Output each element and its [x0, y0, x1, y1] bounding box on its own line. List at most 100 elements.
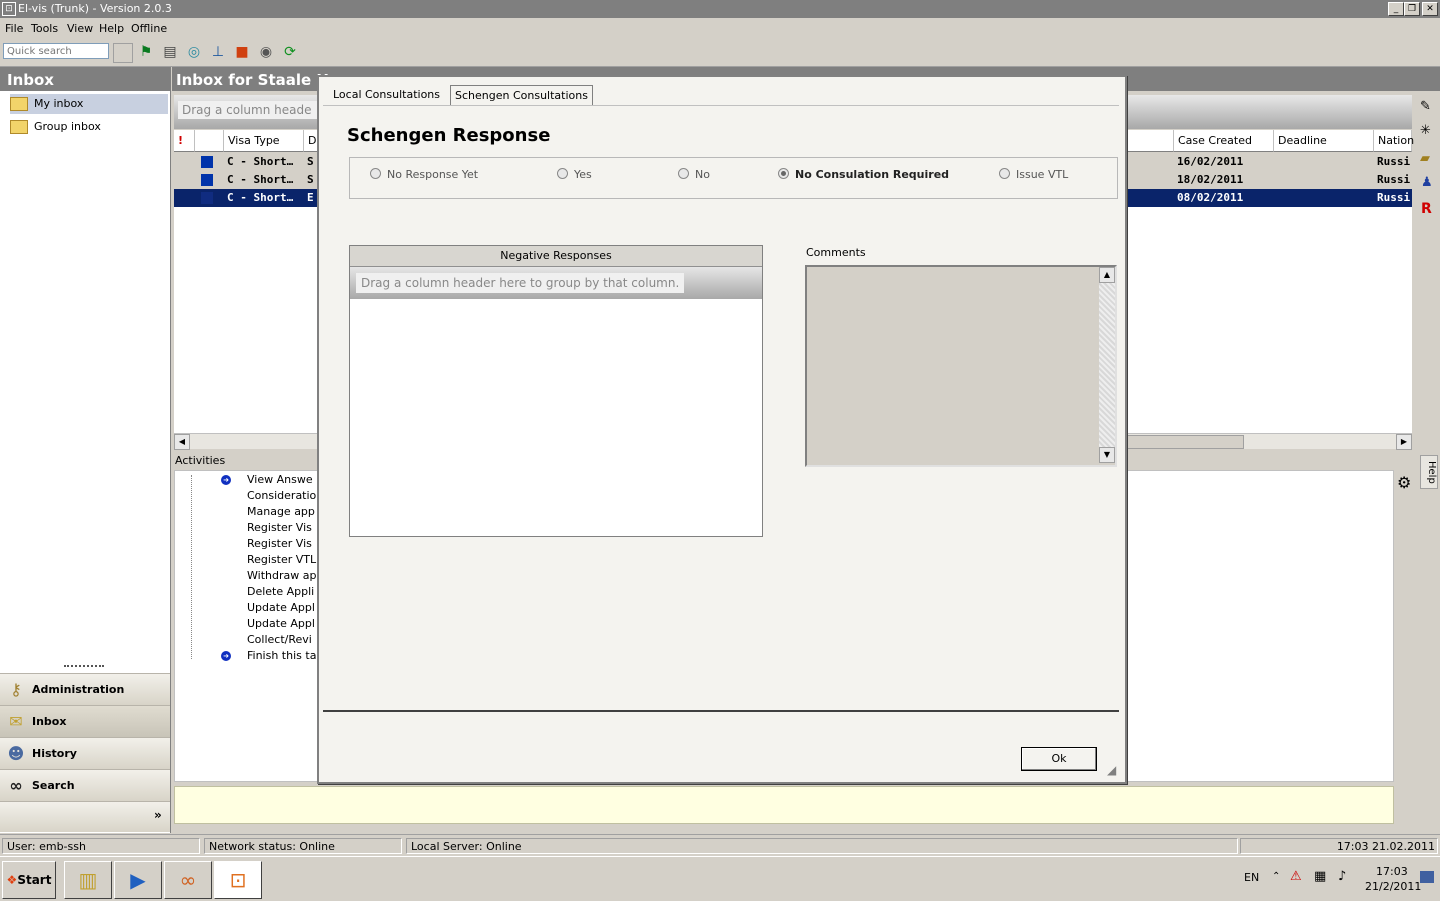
nav-history[interactable]: ☻ History: [0, 737, 170, 769]
activity-item[interactable]: Collect/Revi: [247, 633, 312, 646]
activity-item[interactable]: Register VTL: [247, 553, 316, 566]
radio-no-consulation-required[interactable]: No Consulation Required: [778, 168, 949, 181]
document-list-icon[interactable]: ▤: [161, 43, 179, 61]
tab-schengen-consultations[interactable]: Schengen Consultations: [450, 85, 593, 106]
scroll-up-icon[interactable]: ▲: [1099, 267, 1115, 283]
menu-tools[interactable]: Tools: [31, 22, 58, 35]
radio-issue-vtl[interactable]: Issue VTL: [999, 168, 1068, 181]
elvis-taskbar-button[interactable]: ⊡: [214, 861, 262, 899]
column-header-d[interactable]: D: [304, 130, 318, 152]
scroll-right-icon[interactable]: ▶: [1396, 434, 1412, 450]
restore-button[interactable]: ❐: [1404, 2, 1420, 16]
package-icon[interactable]: ■: [233, 43, 251, 61]
comments-scrollbar[interactable]: ▲ ▼: [1099, 267, 1115, 463]
media-player-taskbar-icon[interactable]: ▶: [114, 861, 162, 899]
activity-item[interactable]: Register Vis: [247, 521, 312, 534]
r-icon[interactable]: R: [1421, 201, 1432, 217]
quick-search-input[interactable]: [3, 43, 109, 59]
comments-label: Comments: [806, 246, 866, 259]
window-title: El-vis (Trunk) - Version 2.0.3: [18, 2, 172, 15]
search-go-button[interactable]: [113, 43, 133, 63]
help-side-tab[interactable]: Help: [1420, 455, 1438, 489]
tree-line: [191, 475, 193, 659]
negative-group-by-zone[interactable]: Drag a column header here to group by th…: [350, 267, 762, 299]
volume-icon[interactable]: ♪: [1338, 869, 1346, 884]
run-icon[interactable]: ⚑: [137, 43, 155, 61]
tree-item-my-inbox[interactable]: My inbox: [10, 94, 168, 114]
dialog-separator: [323, 710, 1119, 712]
column-header-case-created[interactable]: Case Created: [1174, 130, 1274, 152]
activity-item[interactable]: View Answe: [247, 473, 313, 486]
comments-textarea[interactable]: ▲ ▼: [805, 265, 1117, 467]
activity-item[interactable]: Manage app: [247, 505, 315, 518]
radio-yes[interactable]: Yes: [557, 168, 592, 181]
activity-item[interactable]: Register Vis: [247, 537, 312, 550]
explorer-taskbar-icon[interactable]: ▥: [64, 861, 112, 899]
menu-view[interactable]: View: [67, 22, 93, 35]
folder-icon: [10, 97, 28, 111]
cell-visa-type: C - Short…: [227, 173, 294, 186]
sparkle-icon[interactable]: ✳: [1420, 123, 1431, 138]
security-alert-icon[interactable]: ⚠: [1290, 869, 1302, 884]
tree-item-group-inbox[interactable]: Group inbox: [10, 117, 101, 137]
eu-flag-icon: [201, 174, 213, 186]
app-taskbar-icon[interactable]: ∞: [164, 861, 212, 899]
cell-nation: Russi: [1377, 191, 1411, 204]
notepad-icon[interactable]: ✎: [1420, 99, 1431, 114]
activity-item[interactable]: Finish this ta: [247, 649, 316, 662]
hierarchy-icon[interactable]: ⊥: [209, 43, 227, 61]
nav-inbox[interactable]: ✉ Inbox: [0, 705, 170, 737]
menu-offline[interactable]: Offline: [131, 22, 167, 35]
refresh-icon[interactable]: ⟳: [281, 43, 299, 61]
close-button[interactable]: ✕: [1422, 2, 1438, 16]
person-icon[interactable]: ♟: [1421, 175, 1433, 190]
arrow-right-icon: ➜: [221, 651, 231, 661]
nav-overflow[interactable]: »: [0, 801, 170, 832]
menu-file[interactable]: File: [5, 22, 23, 35]
column-header-visa-type[interactable]: Visa Type: [224, 130, 304, 152]
fingerprint-icon[interactable]: ◉: [257, 43, 275, 61]
resize-grip-icon[interactable]: ◢: [1107, 763, 1116, 777]
network-icon[interactable]: ▦: [1314, 869, 1326, 884]
notes-area[interactable]: [174, 786, 1394, 824]
scroll-down-icon[interactable]: ▼: [1099, 447, 1115, 463]
status-network: Network status: Online: [204, 838, 402, 854]
cell-visa-type: C - Short…: [227, 191, 294, 204]
cell-d: S: [307, 155, 314, 168]
negative-responses-header: Negative Responses: [350, 246, 762, 267]
dialog-title: Schengen Response: [347, 125, 551, 146]
tab-local-consultations[interactable]: Local Consultations: [329, 85, 444, 105]
column-header-blank[interactable]: [195, 130, 224, 152]
settings-gear-icon[interactable]: ⚙: [1397, 473, 1411, 492]
activity-item[interactable]: Delete Appli: [247, 585, 314, 598]
activity-item[interactable]: Consideratio: [247, 489, 316, 502]
column-header-deadline[interactable]: Deadline: [1274, 130, 1374, 152]
start-button[interactable]: ❖Start: [2, 861, 56, 899]
show-desktop-icon[interactable]: [1420, 871, 1434, 883]
globe-icon[interactable]: ◎: [185, 43, 203, 61]
nav-search[interactable]: ∞ Search: [0, 769, 170, 801]
splitter-grip[interactable]: [64, 665, 104, 671]
inbox-panel-header: Inbox: [0, 67, 170, 91]
scroll-left-icon[interactable]: ◀: [174, 434, 190, 450]
column-header-flag[interactable]: !: [174, 130, 195, 152]
minimize-button[interactable]: _: [1388, 2, 1404, 16]
radio-no-response-yet[interactable]: No Response Yet: [370, 168, 478, 181]
open-folder-icon[interactable]: ▰: [1420, 151, 1430, 166]
radio-no[interactable]: No: [678, 168, 710, 181]
column-header-nation[interactable]: Nation: [1374, 130, 1414, 152]
menu-help[interactable]: Help: [99, 22, 124, 35]
activity-item[interactable]: Update Appl: [247, 601, 315, 614]
ok-button[interactable]: Ok: [1021, 747, 1097, 771]
column-header-hidden[interactable]: [1122, 130, 1174, 152]
activity-item[interactable]: Update Appl: [247, 617, 315, 630]
scroll-thumb[interactable]: [1122, 435, 1244, 449]
binoculars-icon: ∞: [9, 776, 23, 795]
toolbar: ⚑ ▤ ◎ ⊥ ■ ◉ ⟳: [0, 38, 1440, 67]
activity-item[interactable]: Withdraw ap: [247, 569, 316, 582]
chevron-up-icon[interactable]: ⌃: [1272, 871, 1280, 882]
cell-d: S: [307, 173, 314, 186]
nav-administration[interactable]: ⚷ Administration: [0, 673, 170, 705]
language-indicator[interactable]: EN: [1244, 871, 1259, 884]
chevron-down-icon: »: [154, 808, 162, 822]
